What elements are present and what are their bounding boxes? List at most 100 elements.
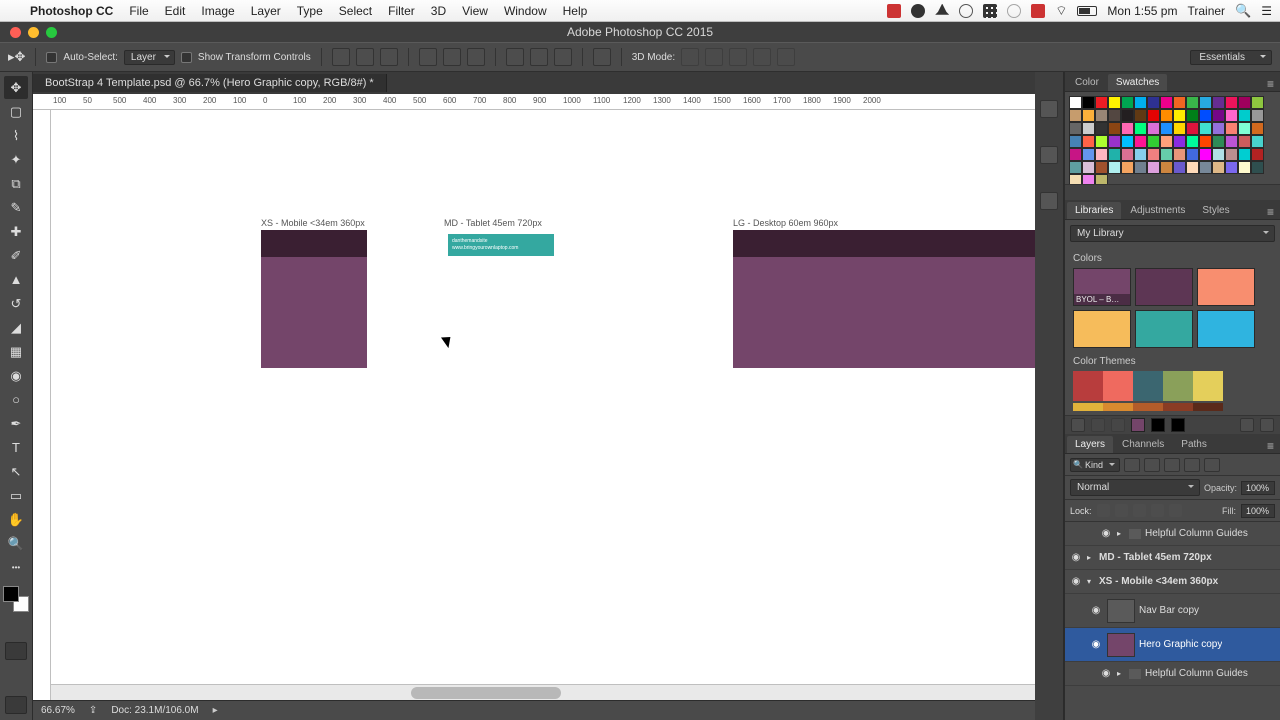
app-name[interactable]: Photoshop CC (22, 4, 121, 18)
lib-color-1[interactable]: BYOL – B… (1073, 268, 1131, 306)
distribute-2-icon[interactable] (530, 48, 548, 66)
swatch[interactable] (1212, 161, 1225, 174)
visibility-icon[interactable]: ◉ (1099, 528, 1113, 539)
type-tool[interactable]: T (4, 436, 28, 459)
battery-icon[interactable] (1077, 6, 1097, 16)
swatch[interactable] (1108, 148, 1121, 161)
bell-icon[interactable] (935, 4, 949, 18)
panel-menu-icon[interactable]: ≡ (1261, 205, 1280, 219)
mail-icon[interactable] (1031, 4, 1045, 18)
filter-shape-icon[interactable] (1184, 458, 1200, 472)
menu-help[interactable]: Help (555, 4, 596, 18)
3d-scale-icon[interactable] (777, 48, 795, 66)
swatch[interactable] (1147, 161, 1160, 174)
swatch[interactable] (1251, 96, 1264, 109)
dock-icon-3[interactable] (1040, 192, 1058, 210)
swatch[interactable] (1147, 109, 1160, 122)
eyedropper-tool[interactable]: ✎ (4, 196, 28, 219)
lib-trash-icon[interactable] (1260, 418, 1274, 432)
gradient-tool[interactable]: ▦ (4, 340, 28, 363)
export-icon[interactable]: ⇪ (89, 705, 97, 716)
filter-dropdown[interactable]: Kind (1070, 458, 1120, 472)
tab-libraries[interactable]: Libraries (1067, 202, 1121, 219)
edit-toolbar[interactable]: ••• (4, 556, 28, 579)
swatch[interactable] (1186, 148, 1199, 161)
swatch[interactable] (1121, 122, 1134, 135)
swatch[interactable] (1212, 148, 1225, 161)
ruler-horizontal[interactable]: 1005050040030020010001002003004005006007… (33, 94, 1035, 110)
status-icon-2[interactable] (911, 4, 925, 18)
swatch[interactable] (1121, 148, 1134, 161)
swatch[interactable] (1186, 122, 1199, 135)
swatch[interactable] (1225, 122, 1238, 135)
eraser-tool[interactable]: ◢ (4, 316, 28, 339)
swatch[interactable] (1251, 161, 1264, 174)
align-center-v-icon[interactable] (443, 48, 461, 66)
library-dropdown[interactable]: My Library (1070, 225, 1275, 242)
swatch[interactable] (1095, 161, 1108, 174)
swatch[interactable] (1121, 161, 1134, 174)
swatch[interactable] (1121, 109, 1134, 122)
swatch[interactable] (1186, 109, 1199, 122)
layer-row-selected[interactable]: ◉Hero Graphic copy (1065, 628, 1280, 662)
layer-row[interactable]: ◉▾XS - Mobile <34em 360px (1065, 570, 1280, 594)
swatch[interactable] (1160, 161, 1173, 174)
fg-bg-colors[interactable] (3, 586, 29, 612)
visibility-icon[interactable]: ◉ (1099, 668, 1113, 679)
color-theme-row-2[interactable] (1065, 403, 1280, 415)
status-menu[interactable]: ▸ (213, 705, 218, 716)
swatch[interactable] (1147, 122, 1160, 135)
marquee-tool[interactable]: ▢ (4, 100, 28, 123)
blur-tool[interactable]: ◉ (4, 364, 28, 387)
lib-color-3[interactable] (1197, 268, 1255, 306)
3d-pan-icon[interactable] (729, 48, 747, 66)
grid-icon[interactable] (983, 4, 997, 18)
artboard-lg[interactable] (733, 230, 1035, 685)
wand-tool[interactable]: ✦ (4, 148, 28, 171)
swatch[interactable] (1173, 148, 1186, 161)
swatch[interactable] (1069, 161, 1082, 174)
filter-smart-icon[interactable] (1204, 458, 1220, 472)
swatch[interactable] (1238, 148, 1251, 161)
filter-type-icon[interactable] (1164, 458, 1180, 472)
scroll-thumb-h[interactable] (411, 687, 561, 699)
visibility-icon[interactable]: ◉ (1089, 605, 1103, 616)
menu-layer[interactable]: Layer (243, 4, 289, 18)
opacity-value[interactable]: 100% (1241, 481, 1275, 495)
swatch[interactable] (1225, 148, 1238, 161)
artboard-md[interactable]: danthemandsite www.bringyourownlaptop.co… (444, 230, 658, 685)
swatch[interactable] (1173, 109, 1186, 122)
document-tab[interactable]: BootStrap 4 Template.psd @ 66.7% (Hero G… (33, 74, 387, 92)
swatch[interactable] (1095, 122, 1108, 135)
artboard-label-md[interactable]: MD - Tablet 45em 720px (444, 218, 542, 228)
menu-type[interactable]: Type (289, 4, 331, 18)
dock-icon-1[interactable] (1040, 100, 1058, 118)
distribute-1-icon[interactable] (506, 48, 524, 66)
tab-layers[interactable]: Layers (1067, 436, 1113, 453)
swatch[interactable] (1160, 122, 1173, 135)
swatch[interactable] (1082, 96, 1095, 109)
scrollbar-horizontal[interactable] (51, 684, 1035, 700)
zoom-tool[interactable]: 🔍 (4, 532, 28, 555)
tab-styles[interactable]: Styles (1194, 202, 1237, 219)
swatch[interactable] (1238, 109, 1251, 122)
swatch[interactable] (1082, 135, 1095, 148)
swatch[interactable] (1251, 109, 1264, 122)
layer-row[interactable]: ◉▸Helpful Column Guides (1065, 662, 1280, 686)
visibility-icon[interactable]: ◉ (1089, 639, 1103, 650)
swatch[interactable] (1238, 135, 1251, 148)
blend-mode-dropdown[interactable]: Normal (1070, 479, 1200, 496)
align-right-icon[interactable] (380, 48, 398, 66)
swatch[interactable] (1212, 135, 1225, 148)
swatch[interactable] (1095, 148, 1108, 161)
lasso-tool[interactable]: ⌇ (4, 124, 28, 147)
swatch[interactable] (1108, 122, 1121, 135)
menu-window[interactable]: Window (496, 4, 555, 18)
align-center-h-icon[interactable] (356, 48, 374, 66)
swatch[interactable] (1212, 96, 1225, 109)
lib-color-5[interactable] (1135, 310, 1193, 348)
lock-all-icon[interactable] (1169, 504, 1182, 517)
fill-value[interactable]: 100% (1241, 504, 1275, 518)
dock-icon-2[interactable] (1040, 146, 1058, 164)
status-icon-4[interactable] (1007, 4, 1021, 18)
